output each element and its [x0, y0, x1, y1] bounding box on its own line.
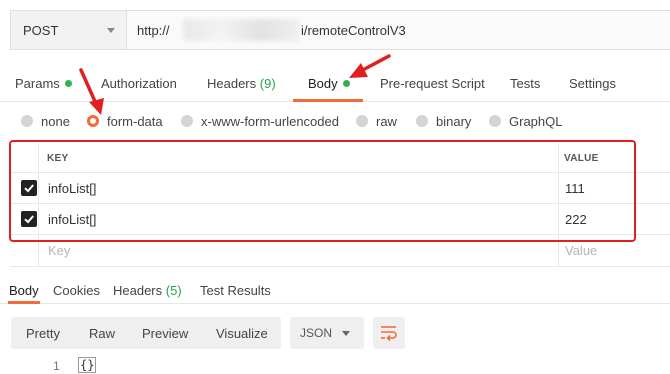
- request-url-bar: POST http:// i/remoteControlV3: [10, 10, 670, 50]
- radio-none-label: none: [41, 114, 70, 129]
- line-number: 1: [53, 359, 60, 373]
- view-pretty-button[interactable]: Pretty: [26, 326, 60, 341]
- tab-response-headers-count: (5): [165, 283, 182, 298]
- response-body-code[interactable]: {}: [78, 357, 97, 373]
- radio-graphql[interactable]: GraphQL: [489, 114, 562, 129]
- annotation-arrow-icon: [349, 54, 391, 78]
- tab-authorization[interactable]: Authorization: [101, 76, 177, 91]
- url-path[interactable]: i/remoteControlV3: [301, 23, 406, 38]
- radio-circle-icon: [21, 115, 33, 127]
- tab-response-headers[interactable]: Headers (5): [113, 283, 182, 298]
- view-mode-switch: Pretty Raw Preview Visualize: [11, 317, 281, 349]
- radio-raw[interactable]: raw: [356, 114, 397, 129]
- radio-binary-label: binary: [436, 114, 472, 129]
- url-prefix[interactable]: http://: [137, 23, 170, 38]
- radio-raw-label: raw: [376, 114, 397, 129]
- value-input[interactable]: Value: [565, 243, 597, 258]
- tab-response-headers-label: Headers: [113, 283, 163, 298]
- radio-circle-icon: [181, 115, 193, 127]
- radio-urlencoded-label: x-www-form-urlencoded: [201, 114, 339, 129]
- annotation-highlight-box: [9, 140, 636, 242]
- tab-tests[interactable]: Tests: [510, 76, 540, 91]
- key-input[interactable]: Key: [48, 243, 70, 258]
- radio-circle-icon: [416, 115, 428, 127]
- radio-urlencoded[interactable]: x-www-form-urlencoded: [181, 114, 339, 129]
- radio-form-data-label: form-data: [107, 114, 163, 129]
- chevron-down-icon: [342, 331, 350, 336]
- tab-cookies[interactable]: Cookies: [53, 283, 100, 298]
- tab-settings[interactable]: Settings: [569, 76, 616, 91]
- radio-graphql-label: GraphQL: [509, 114, 563, 129]
- tab-response-body[interactable]: Body: [9, 283, 39, 298]
- active-tab-indicator: [8, 301, 40, 304]
- format-label: JSON: [300, 326, 333, 340]
- wrap-lines-icon: [381, 326, 397, 341]
- wrap-lines-button[interactable]: [373, 317, 405, 349]
- annotation-arrow-icon: [79, 68, 104, 115]
- tab-headers-count: (9): [259, 76, 276, 91]
- tab-headers-label: Headers: [207, 76, 257, 91]
- status-dot-icon: [64, 80, 72, 87]
- tab-params[interactable]: Params: [15, 76, 72, 91]
- radio-circle-icon: [356, 115, 368, 127]
- method-label: POST: [23, 23, 59, 38]
- response-tabs: Body Cookies Headers (5) Test Results: [0, 276, 670, 304]
- view-preview-button[interactable]: Preview: [142, 326, 188, 341]
- chevron-down-icon: [107, 28, 115, 33]
- view-raw-button[interactable]: Raw: [89, 326, 115, 341]
- radio-binary[interactable]: binary: [416, 114, 471, 129]
- radio-circle-icon: [489, 115, 501, 127]
- tab-body[interactable]: Body: [308, 76, 350, 91]
- method-select[interactable]: POST: [11, 11, 127, 49]
- tab-body-label: Body: [308, 76, 338, 91]
- tab-params-label: Params: [15, 76, 60, 91]
- format-select[interactable]: JSON: [290, 317, 364, 349]
- active-tab-indicator: [293, 99, 363, 102]
- view-visualize-button[interactable]: Visualize: [216, 326, 268, 341]
- tab-headers[interactable]: Headers (9): [207, 76, 276, 91]
- tab-pre-request-script[interactable]: Pre-request Script: [380, 76, 485, 91]
- radio-none[interactable]: none: [21, 114, 70, 129]
- redacted-host: [183, 19, 299, 41]
- tab-test-results[interactable]: Test Results: [200, 283, 271, 298]
